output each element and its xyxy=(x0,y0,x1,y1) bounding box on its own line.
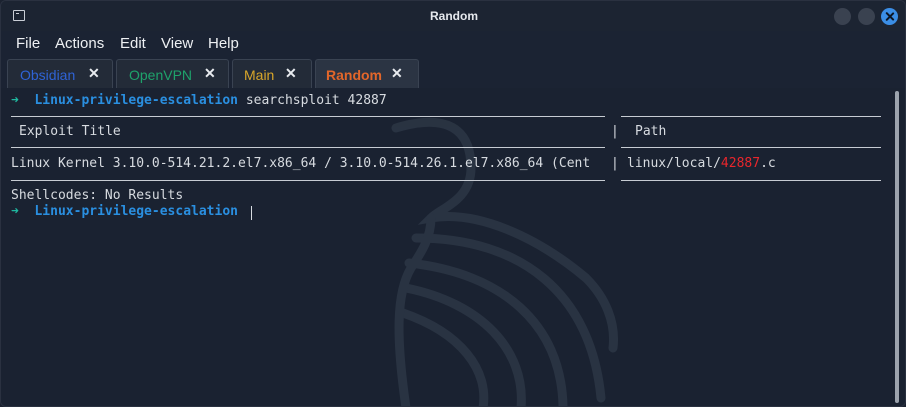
results-header-separator: | xyxy=(611,124,619,139)
close-button[interactable] xyxy=(881,8,898,25)
window-title: Random xyxy=(430,9,478,23)
command-text: searchsploit 42887 xyxy=(245,93,387,108)
divider xyxy=(11,180,605,181)
prompt-arrow-icon: ➜ xyxy=(11,93,19,108)
minimize-button[interactable] xyxy=(834,8,851,25)
menu-actions[interactable]: Actions xyxy=(55,35,104,52)
divider xyxy=(621,180,881,181)
result-row-path: linux/local/42887.c xyxy=(627,156,776,171)
divider xyxy=(621,147,881,148)
menu-file[interactable]: File xyxy=(16,35,40,52)
results-header-path: Path xyxy=(635,124,667,139)
path-prefix: linux/local/ xyxy=(627,156,721,171)
path-highlight: 42887 xyxy=(720,156,761,171)
prompt-directory: Linux-privilege-escalation xyxy=(34,204,238,219)
scrollbar[interactable] xyxy=(895,91,899,403)
title-bar[interactable]: Random xyxy=(1,1,905,31)
result-row-separator: | xyxy=(611,156,619,171)
prompt-arrow-icon: ➜ xyxy=(11,204,19,219)
terminal-output[interactable]: ➜ Linux-privilege-escalation searchsploi… xyxy=(1,88,905,406)
prompt-line-2: ➜ Linux-privilege-escalation xyxy=(11,204,238,219)
tab-bar: Obsidian ✕ OpenVPN ✕ Main ✕ Random ✕ xyxy=(1,57,905,88)
shellcodes-line: Shellcodes: No Results xyxy=(11,188,184,203)
tab-close-icon[interactable]: ✕ xyxy=(285,65,297,82)
tab-obsidian[interactable]: Obsidian ✕ xyxy=(7,59,113,88)
maximize-button[interactable] xyxy=(858,8,875,25)
divider xyxy=(11,116,605,117)
results-header-title: Exploit Title xyxy=(19,124,121,139)
tab-close-icon[interactable]: ✕ xyxy=(391,65,403,82)
tab-label-obsidian: Obsidian xyxy=(20,67,76,83)
menu-bar: File Actions Edit View Help xyxy=(1,31,905,57)
prompt-directory: Linux-privilege-escalation xyxy=(34,93,238,108)
prompt-line-1: ➜ Linux-privilege-escalation searchsploi… xyxy=(11,93,387,108)
divider xyxy=(621,116,881,117)
menu-edit[interactable]: Edit xyxy=(120,35,146,52)
tab-main[interactable]: Main ✕ xyxy=(232,59,312,88)
divider xyxy=(11,147,605,148)
text-cursor xyxy=(251,206,252,220)
result-row-title: Linux Kernel 3.10.0-514.21.2.el7.x86_64 … xyxy=(11,156,591,171)
tab-label-openvpn: OpenVPN xyxy=(129,67,193,83)
tab-close-icon[interactable]: ✕ xyxy=(88,65,100,82)
path-suffix: .c xyxy=(760,156,776,171)
tab-random[interactable]: Random ✕ xyxy=(315,59,419,88)
terminal-window: Random File Actions Edit View Help Obsid… xyxy=(0,0,906,407)
menu-help[interactable]: Help xyxy=(208,35,239,52)
tab-openvpn[interactable]: OpenVPN ✕ xyxy=(116,59,229,88)
menu-view[interactable]: View xyxy=(161,35,193,52)
tab-label-random: Random xyxy=(326,67,382,83)
tab-label-main: Main xyxy=(244,67,275,83)
tab-close-icon[interactable]: ✕ xyxy=(204,65,216,82)
kali-dragon-watermark-icon xyxy=(391,117,619,406)
